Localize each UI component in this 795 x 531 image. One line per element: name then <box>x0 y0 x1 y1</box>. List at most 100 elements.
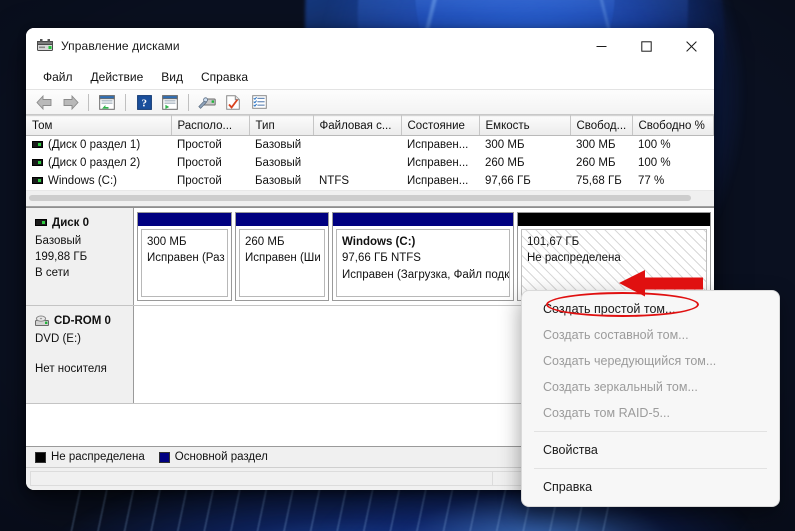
partition-body: Windows (C:) 97,66 ГБ NTFS Исправен (Заг… <box>336 228 510 297</box>
properties-icon <box>226 94 240 110</box>
volume-list-horizontal-scrollbar[interactable] <box>26 189 714 206</box>
cdrom0-spacer <box>35 347 126 361</box>
cell-status: Исправен... <box>407 156 469 169</box>
legend-swatch-primary <box>158 451 170 463</box>
menu-separator-2 <box>534 468 767 469</box>
partition-color-bar <box>236 212 328 226</box>
window-title: Управление дисками <box>61 39 180 53</box>
cell-capacity: 300 МБ <box>485 138 525 151</box>
partition-color-bar <box>333 212 513 226</box>
partition-disk0-4-unallocated[interactable]: 101,67 ГБ Не распределена <box>517 211 711 301</box>
partition-disk0-1[interactable]: 300 МБ Исправен (Раз <box>137 211 232 301</box>
cell-type: Базовый <box>255 138 302 151</box>
disk0-info[interactable]: Диск 0 Базовый 199,88 ГБ В сети <box>26 207 134 305</box>
cdrom0-info[interactable]: CD-ROM 0 DVD (E:) Нет носителя <box>26 305 134 403</box>
action-list-button[interactable] <box>247 91 271 113</box>
column-header-layout[interactable]: Располо... <box>171 115 250 136</box>
cell-free-percent: 100 % <box>638 156 671 169</box>
menu-file[interactable]: Файл <box>34 67 82 87</box>
column-header-free-percent[interactable]: Свободно % <box>632 115 714 136</box>
action-list-icon <box>251 95 267 109</box>
menu-item-create-raid5-volume: Создать том RAID-5... <box>543 406 670 420</box>
cell-free-percent: 77 % <box>638 174 665 187</box>
column-header-capacity[interactable]: Емкость <box>479 115 571 136</box>
menu-action[interactable]: Действие <box>82 67 153 87</box>
scrollbar-thumb[interactable] <box>29 195 691 201</box>
close-button[interactable] <box>669 28 714 64</box>
cdrom0-state: Нет носителя <box>35 363 107 376</box>
column-header-free[interactable]: Свобод... <box>570 115 633 136</box>
legend-swatch-unallocated <box>35 451 46 463</box>
maximize-button[interactable] <box>624 28 669 64</box>
column-header-volume[interactable]: Том <box>26 115 172 136</box>
menu-view[interactable]: Вид <box>152 67 192 87</box>
help-icon: ? <box>136 94 152 110</box>
rescan-disks-button[interactable] <box>195 91 219 113</box>
legend-label-primary: Основной раздел <box>174 451 268 463</box>
menu-help[interactable]: Справка <box>192 67 257 87</box>
menu-item-help[interactable]: Справка <box>522 474 779 500</box>
help-button[interactable]: ? <box>132 91 156 113</box>
forward-button[interactable] <box>58 91 82 113</box>
cell-filesystem <box>313 154 401 172</box>
column-header-status[interactable]: Состояние <box>401 115 480 136</box>
cell-free: 300 МБ <box>576 138 616 151</box>
disk0-title-line: Диск 0 <box>35 215 126 231</box>
cell-layout: Простой <box>177 138 222 151</box>
partition-status: Исправен (Раз <box>147 252 225 265</box>
svg-text:?: ? <box>141 97 147 109</box>
table-row[interactable]: (Диск 0 раздел 2) Простой Базовый Исправ… <box>26 154 714 172</box>
volume-table-header-row: Том Располо... Тип Файловая с... Состоян… <box>26 115 714 136</box>
cdrom0-name: CD-ROM 0 <box>54 314 111 327</box>
partition-body: 260 МБ Исправен (Ши <box>239 228 325 297</box>
menu-item-create-simple-volume[interactable]: Создать простой том... <box>522 296 779 322</box>
partition-disk0-3-windows-c[interactable]: Windows (C:) 97,66 ГБ NTFS Исправен (Заг… <box>332 211 514 301</box>
volume-table: Том Располо... Тип Файловая с... Состоян… <box>26 115 714 190</box>
column-header-type[interactable]: Тип <box>249 115 314 136</box>
cdrom0-title-line: CD-ROM 0 <box>35 313 126 329</box>
desktop-background: Управление дисками Файл Действие Вид Спр… <box>0 0 795 531</box>
menu-separator-1 <box>534 431 767 432</box>
up-one-level-button[interactable] <box>95 91 119 113</box>
up-one-level-icon <box>99 94 115 110</box>
table-row[interactable]: Windows (C:) Простой Базовый NTFS Исправ… <box>26 172 714 190</box>
cell-type: Базовый <box>255 156 302 169</box>
volume-label: Windows (C:) <box>48 174 118 187</box>
volume-color-swatch <box>32 141 43 149</box>
cell-status: Исправен... <box>407 138 469 151</box>
cell-layout: Простой <box>177 174 222 187</box>
back-button[interactable] <box>32 91 56 113</box>
partition-size: 300 МБ <box>147 235 187 248</box>
window-titlebar[interactable]: Управление дисками <box>26 28 714 64</box>
cdrom0-type: DVD (E:) <box>35 332 81 345</box>
show-console-tree-button[interactable] <box>158 91 182 113</box>
partition-status: Исправен (Ши <box>245 252 321 265</box>
partition-color-bar <box>138 212 231 226</box>
cell-volume: (Диск 0 раздел 2) <box>26 154 171 172</box>
volume-label: (Диск 0 раздел 2) <box>48 156 141 169</box>
window-controls <box>579 28 714 64</box>
partition-size: 101,67 ГБ <box>527 235 580 248</box>
volume-color-swatch <box>32 177 43 184</box>
status-segment-main <box>30 471 492 486</box>
partition-disk0-2[interactable]: 260 МБ Исправен (Ши <box>235 211 329 301</box>
toolbar-separator-2 <box>125 93 126 111</box>
menu-item-create-spanned-volume: Создать составной том... <box>543 328 689 342</box>
properties-button[interactable] <box>221 91 245 113</box>
toolbar-separator-3 <box>188 93 189 111</box>
minimize-button[interactable] <box>579 28 624 64</box>
toolbar-separator-1 <box>88 93 89 111</box>
column-header-filesystem[interactable]: Файловая с... <box>313 115 402 136</box>
volume-label: (Диск 0 раздел 1) <box>48 138 141 151</box>
partition-size: 260 МБ <box>245 235 285 248</box>
cell-filesystem <box>313 136 401 154</box>
legend-label-unallocated: Не распределена <box>51 451 145 463</box>
partition-body: 101,67 ГБ Не распределена <box>521 228 707 297</box>
cell-free: 260 МБ <box>576 156 616 169</box>
menu-item-properties[interactable]: Свойства <box>522 437 779 463</box>
menu-item-create-mirrored-volume: Создать зеркальный том... <box>543 380 698 394</box>
cell-free-percent: 100 % <box>638 138 671 151</box>
table-row[interactable]: (Диск 0 раздел 1) Простой Базовый Исправ… <box>26 136 714 154</box>
menu-bar: Файл Действие Вид Справка <box>26 64 714 89</box>
cell-filesystem: NTFS <box>319 174 350 187</box>
